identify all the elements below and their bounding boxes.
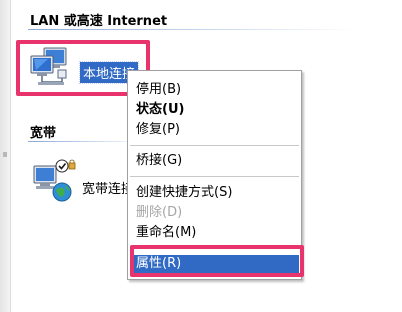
left-scroll-edge[interactable] [0, 0, 11, 312]
network-connections-window: LAN 或高速 Internet 本地连接 宽带 宽带连接 停用(B) 状态(U… [0, 0, 402, 312]
menu-separator [130, 145, 299, 146]
group-divider-lan [28, 29, 358, 30]
context-menu: 停用(B) 状态(U) 修复(P) 桥接(G) 创建快捷方式(S) 删除(D) … [127, 70, 302, 280]
group-header-broadband: 宽带 [30, 126, 57, 141]
grip-icon [3, 152, 7, 157]
menu-item-bridge[interactable]: 桥接(G) [136, 152, 182, 170]
menu-separator [130, 176, 299, 177]
menu-item-create-shortcut[interactable]: 创建快捷方式(S) [136, 184, 232, 202]
menu-item-rename[interactable]: 重命名(M) [136, 224, 196, 242]
menu-item-repair[interactable]: 修复(P) [136, 121, 180, 139]
menu-item-properties[interactable]: 属性(R) [131, 255, 299, 273]
menu-item-delete[interactable]: 删除(D) [136, 204, 182, 222]
menu-separator [130, 247, 299, 248]
lan-network-icon [30, 47, 67, 85]
group-header-lan: LAN 或高速 Internet [30, 14, 168, 29]
menu-item-status[interactable]: 状态(U) [136, 101, 184, 119]
broadband-connection-icon [33, 159, 76, 202]
menu-item-disable[interactable]: 停用(B) [136, 81, 181, 99]
